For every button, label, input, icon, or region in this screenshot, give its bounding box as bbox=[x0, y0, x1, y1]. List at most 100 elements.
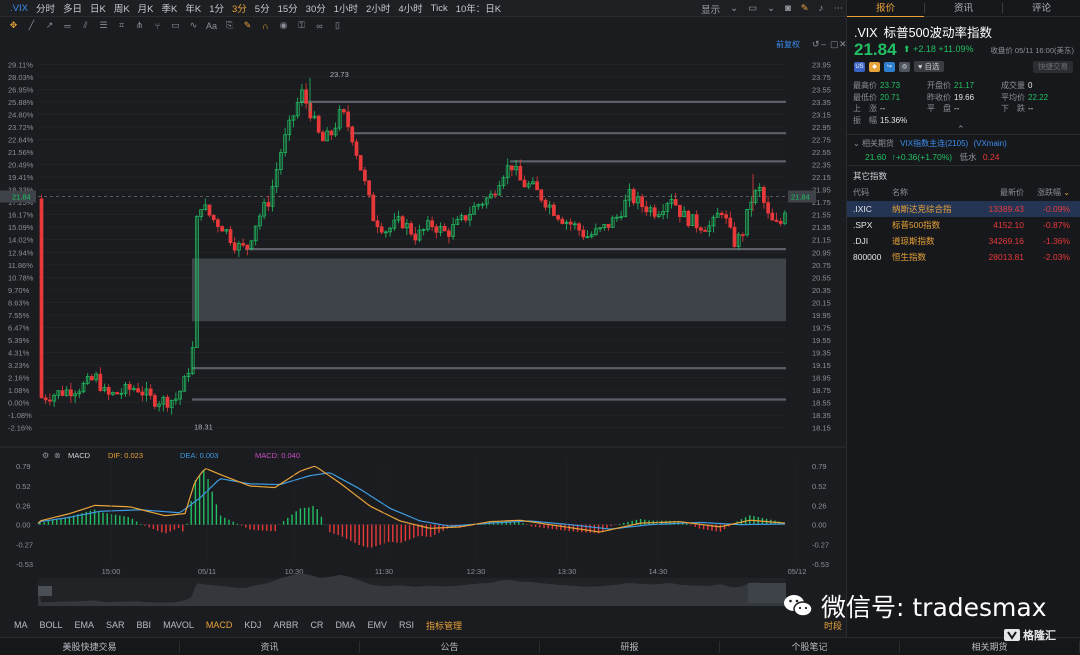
gann-tool-icon[interactable]: ⌗ bbox=[116, 20, 127, 31]
period-tab[interactable]: 分时 bbox=[32, 1, 59, 15]
macd-tick-left: 0.52 bbox=[16, 482, 31, 491]
maximize-icon[interactable]: ▢ bbox=[830, 39, 839, 49]
gap-zone[interactable] bbox=[192, 258, 786, 322]
period-tab[interactable]: 2小时 bbox=[362, 1, 394, 15]
brush-tool-icon[interactable]: ✎ bbox=[242, 20, 253, 31]
hline-tool-icon[interactable]: ═ bbox=[62, 20, 73, 31]
index-row[interactable]: 800000 恒生指数 28013.81 -2.03% bbox=[847, 249, 1080, 265]
rect-tool-icon[interactable]: ▭ bbox=[170, 20, 181, 31]
index-row[interactable]: .SPX 标普500指数 4152.10 -0.87% bbox=[847, 217, 1080, 233]
period-tab[interactable]: 1分 bbox=[205, 1, 228, 15]
period-tab[interactable]: 30分 bbox=[302, 1, 330, 15]
period-tab[interactable]: 1小时 bbox=[330, 1, 362, 15]
period-tab[interactable]: 3分 bbox=[228, 1, 251, 15]
index-row[interactable]: .DJI 道琼斯指数 34269.16 -1.36% bbox=[847, 233, 1080, 249]
bottom-tab[interactable]: 个股笔记 bbox=[720, 640, 900, 653]
indicator-tab[interactable]: MACD bbox=[200, 620, 239, 630]
indicator-tab[interactable]: MA bbox=[8, 620, 34, 630]
quote-tab[interactable]: 资讯 bbox=[925, 0, 1002, 17]
link-icon[interactable]: ∞ bbox=[314, 20, 325, 31]
share-icon[interactable]: ↪ bbox=[884, 61, 895, 72]
indicator-tab[interactable]: MAVOL bbox=[157, 620, 200, 630]
period-tab[interactable]: 日K bbox=[86, 1, 110, 15]
indicator-tab[interactable]: RSI bbox=[393, 620, 420, 630]
dropdown-icon[interactable]: ⌄ bbox=[727, 3, 741, 14]
col-pct[interactable]: 涨跌幅 ⌄ bbox=[1024, 187, 1076, 198]
bell-icon[interactable]: ♪ bbox=[816, 3, 827, 14]
indicator-tab[interactable]: BOLL bbox=[34, 620, 69, 630]
channel-tool-icon[interactable]: ⫽ bbox=[80, 20, 91, 31]
ray-tool-icon[interactable]: ↗ bbox=[44, 20, 55, 31]
lock-icon[interactable]: ⚿ bbox=[296, 20, 307, 31]
index-row[interactable]: .IXIC 纳斯达克综合指 13389.43 -0.09% bbox=[847, 201, 1080, 217]
indicator-tab[interactable]: DMA bbox=[329, 620, 361, 630]
quote-tab[interactable]: 评论 bbox=[1003, 0, 1080, 17]
adjust-label[interactable]: 前复权 bbox=[776, 39, 800, 49]
period-tab[interactable]: 5分 bbox=[251, 1, 274, 15]
chart-link-icon[interactable]: ◆ bbox=[869, 61, 880, 72]
close-icon[interactable]: ⊗ bbox=[54, 451, 61, 460]
candle-body bbox=[69, 389, 73, 397]
related-water: 0.24 bbox=[982, 152, 1000, 162]
period-tab[interactable]: 10年：日K bbox=[452, 1, 505, 15]
period-tab[interactable]: 周K bbox=[110, 1, 134, 15]
symbol-label[interactable]: .VIX bbox=[4, 3, 32, 14]
reset-icon[interactable]: ↺ bbox=[812, 39, 820, 49]
bottom-tab[interactable]: 公告 bbox=[360, 640, 540, 653]
indicator-tab[interactable]: BBI bbox=[131, 620, 158, 630]
dropdown-icon[interactable]: ⌄ bbox=[764, 3, 778, 14]
price-tick: 23.75 bbox=[812, 73, 831, 82]
pen-icon[interactable]: ✎ bbox=[798, 3, 812, 14]
minimize-icon[interactable]: – bbox=[821, 39, 826, 49]
indicator-tab[interactable]: SAR bbox=[100, 620, 131, 630]
indicator-bar: MA BOLL EMA SAR BBI MAVOL MACD KDJ ARBR CR DMA EMV R… bbox=[0, 617, 846, 633]
price-chart[interactable]: 前复权 ↺ – ▢ ✕ 23.95 29.11% 23.75 28.03% 23.55 26.95%… bbox=[0, 34, 846, 617]
settings-icon[interactable]: ⚙ bbox=[42, 451, 49, 460]
indicator-tab[interactable]: KDJ bbox=[238, 620, 267, 630]
bottom-tab[interactable]: 美股快捷交易 bbox=[0, 640, 180, 653]
camera-icon[interactable]: ◙ bbox=[782, 3, 794, 14]
period-tab[interactable]: 季K bbox=[158, 1, 182, 15]
delete-icon[interactable]: ▯ bbox=[332, 20, 343, 31]
quick-trade-button[interactable]: 快捷交易 bbox=[1033, 61, 1073, 73]
period-tab[interactable]: 15分 bbox=[274, 1, 302, 15]
indicator-tab[interactable]: ARBR bbox=[267, 620, 304, 630]
watermark-text: 微信号: tradesmax bbox=[821, 593, 1047, 622]
col-price[interactable]: 最新价 bbox=[967, 187, 1024, 198]
magnet-icon[interactable]: ∩ bbox=[260, 20, 271, 31]
navigator-window[interactable] bbox=[748, 583, 786, 603]
related-futures[interactable]: ⌄ 相关期货 VIX指数主连(2105) (VXmain) bbox=[853, 138, 1007, 149]
indicator-tab[interactable]: EMA bbox=[69, 620, 101, 630]
layout-icon[interactable]: ▭ bbox=[745, 3, 760, 14]
price-tool-icon[interactable]: ⎘ bbox=[224, 20, 235, 31]
candle-body bbox=[581, 229, 586, 238]
related-code: (VXmain) bbox=[973, 139, 1007, 148]
quote-tab[interactable]: 报价 bbox=[847, 0, 924, 17]
visibility-icon[interactable]: ◉ bbox=[278, 20, 289, 31]
bottom-tab[interactable]: 研报 bbox=[540, 640, 720, 653]
bottom-tab[interactable]: 资讯 bbox=[180, 640, 360, 653]
pitchfork-tool-icon[interactable]: ⑂ bbox=[152, 20, 163, 31]
close-icon[interactable]: ✕ bbox=[839, 39, 846, 49]
more-icon[interactable]: ⋯ bbox=[831, 3, 847, 14]
period-tab[interactable]: 4小时 bbox=[394, 1, 426, 15]
fan-tool-icon[interactable]: ⋔ bbox=[134, 20, 145, 31]
candle-body bbox=[703, 229, 707, 232]
line-tool-icon[interactable]: ╱ bbox=[26, 20, 37, 31]
navigator-left-handle[interactable] bbox=[38, 586, 52, 596]
indicator-tab[interactable]: CR bbox=[304, 620, 329, 630]
indicator-tab[interactable]: EMV bbox=[361, 620, 393, 630]
crosshair-icon[interactable]: ✥ bbox=[8, 20, 19, 31]
wave-tool-icon[interactable]: ∿ bbox=[188, 20, 199, 31]
indicator-tab[interactable]: 指标管理 bbox=[420, 619, 468, 632]
display-menu[interactable]: 显示 bbox=[698, 2, 723, 16]
period-tab[interactable]: 多日 bbox=[59, 1, 86, 15]
period-tab[interactable]: Tick bbox=[427, 3, 452, 14]
close-info: 收盘价 05/11 16:00(美东) bbox=[990, 46, 1074, 55]
fib-tool-icon[interactable]: ☰ bbox=[98, 20, 109, 31]
text-tool-icon[interactable]: Aa bbox=[206, 20, 217, 31]
period-tab[interactable]: 月K bbox=[134, 1, 158, 15]
watchlist-button[interactable]: ♥ 自选 bbox=[914, 61, 944, 72]
alert-icon[interactable]: ◎ bbox=[899, 61, 910, 72]
period-tab[interactable]: 年K bbox=[181, 1, 205, 15]
